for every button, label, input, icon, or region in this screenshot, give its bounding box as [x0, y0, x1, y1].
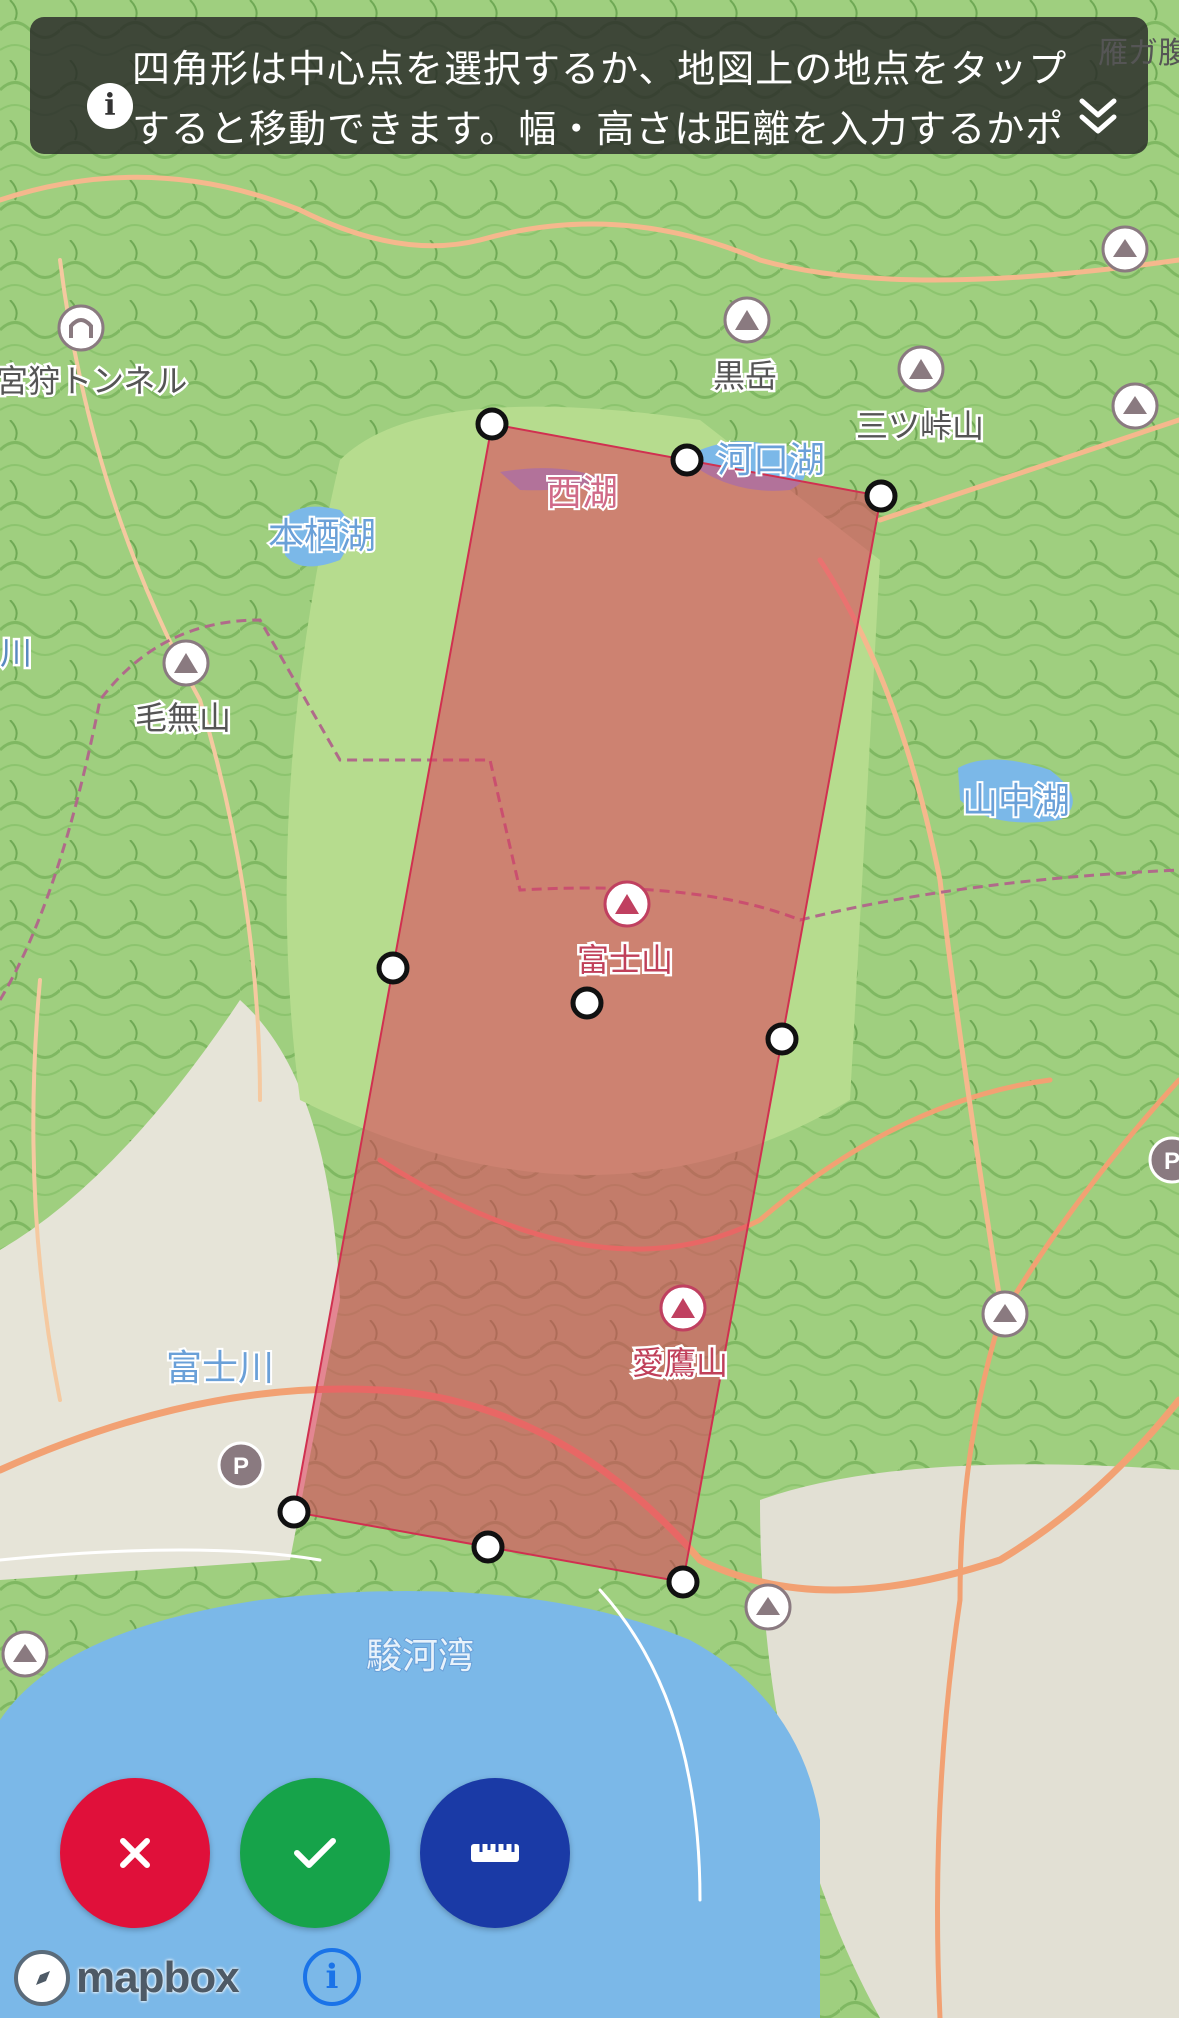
close-icon [120, 1838, 150, 1868]
parking-label: P [233, 1453, 249, 1480]
instruction-line-1: 四角形は中心点を選択するか、地図上の地点をタップ [132, 47, 1068, 91]
mapbox-attribution[interactable]: mapbox [14, 1950, 240, 2006]
edge-map-label: 雁ガ腹 [1098, 36, 1179, 71]
edge-handle-right[interactable] [765, 1022, 799, 1056]
map-label-kenashi: 毛無山 [135, 699, 231, 737]
measure-button[interactable] [420, 1778, 570, 1928]
map-label-lake-kawaguchi: 河口湖 [717, 440, 825, 481]
map-label-ashitaka: 愛鷹山 [632, 1344, 728, 1382]
map-label-lake-motosu: 本栖湖 [268, 516, 376, 557]
mapbox-logo[interactable]: mapbox [14, 1950, 240, 2006]
map-label-lake-nishi: 西湖 [546, 473, 618, 514]
map-label-mitsutoge: 三ツ峠山 [856, 407, 984, 445]
map-label-left-edge: 川 [0, 634, 32, 672]
corner-handle-bottom-right[interactable] [666, 1565, 700, 1599]
cancel-button[interactable] [60, 1778, 210, 1928]
map-canvas[interactable]: 宮狩トンネル 黒岳 三ツ峠山 毛無山 富士山 愛鷹山 川 西湖 河口湖 本栖湖 … [0, 0, 1179, 2018]
expand-chevron-icon[interactable] [1076, 93, 1120, 137]
corner-handle-top-left[interactable] [475, 407, 509, 441]
map-label-lake-yamanaka: 山中湖 [962, 781, 1070, 822]
instruction-line-2: すると移動できます。幅・高さは距離を入力するかポ [132, 107, 1065, 151]
corner-handle-top-right[interactable] [864, 479, 898, 513]
instruction-banner[interactable]: i 四角形は中心点を選択するか、地図上の地点をタップ すると移動できます。幅・高… [30, 17, 1148, 154]
mapbox-logo-icon [14, 1950, 70, 2006]
center-handle[interactable] [570, 986, 604, 1020]
map-label-suruga: 駿河湾 [366, 1636, 474, 1677]
confirm-button[interactable] [240, 1778, 390, 1928]
instruction-text: 四角形は中心点を選択するか、地図上の地点をタップ すると移動できます。幅・高さは… [132, 39, 1112, 159]
info-icon: i [87, 83, 133, 129]
map-label-tunnel: 宮狩トンネル [0, 362, 187, 400]
edge-handle-left[interactable] [376, 951, 410, 985]
attribution-info-button[interactable]: i [303, 1948, 361, 2006]
edge-handle-top[interactable] [670, 443, 704, 477]
map-label-fuji: 富士山 [577, 941, 673, 979]
check-icon [294, 1838, 336, 1868]
map-label-kuro: 黒岳 [713, 357, 777, 395]
edge-handle-bottom[interactable] [471, 1530, 505, 1564]
mapbox-wordmark: mapbox [76, 1953, 240, 2002]
tunnel-icon [57, 304, 105, 352]
ruler-icon [471, 1844, 519, 1862]
parking-label-edge: P [1164, 1148, 1179, 1175]
corner-handle-bottom-left[interactable] [277, 1495, 311, 1529]
map-label-fujikawa: 富士川 [166, 1348, 274, 1389]
